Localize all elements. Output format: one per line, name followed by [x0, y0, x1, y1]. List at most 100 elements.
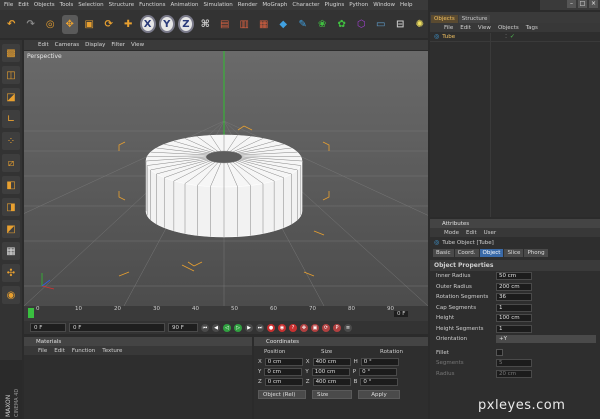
nurbs-icon[interactable]: ❀ — [314, 15, 331, 34]
z-axis-lock-button[interactable]: Z — [177, 15, 194, 33]
cube-primitive-icon[interactable]: ◆ — [275, 15, 292, 34]
snap-icon[interactable]: ◨ — [2, 198, 20, 216]
outer-radius-input[interactable]: 200 cm — [496, 282, 532, 291]
y-axis-lock-button[interactable]: Y — [158, 15, 175, 33]
tab-coord[interactable]: Coord. — [454, 249, 479, 257]
points-mode-icon[interactable]: ⁘ — [2, 132, 20, 150]
record-icon[interactable]: ● — [267, 323, 275, 332]
light-icon[interactable]: ✺ — [411, 15, 428, 34]
redo-icon[interactable]: ↷ — [23, 15, 40, 34]
current-frame-field[interactable]: 0 F — [30, 323, 66, 332]
position-x-input[interactable]: 0 cm — [264, 358, 303, 366]
make-editable-icon[interactable]: ▩ — [2, 44, 20, 62]
tweak-mode-icon[interactable]: ✣ — [2, 264, 20, 282]
menu-item-functions[interactable]: Functions — [139, 2, 165, 8]
coordinate-system-icon[interactable]: ⌘ — [197, 15, 214, 34]
menu-item-tools[interactable]: Tools — [60, 2, 74, 8]
viewport-menu-view[interactable]: View — [131, 42, 144, 48]
live-select-icon[interactable]: ◎ — [42, 15, 59, 34]
tube-object[interactable] — [145, 134, 303, 238]
polygons-mode-icon[interactable]: ◧ — [2, 176, 20, 194]
render-picture-viewer-icon[interactable]: ▥ — [236, 15, 253, 34]
deformer-icon[interactable]: ⬡ — [353, 15, 370, 34]
param-key-icon[interactable]: P — [333, 323, 341, 332]
play-reverse-icon[interactable]: ◁ — [223, 323, 231, 332]
materials-menu-texture[interactable]: Texture — [102, 348, 122, 354]
scale-key-icon[interactable]: ▣ — [311, 323, 319, 332]
tab-structure[interactable]: Structure — [458, 15, 491, 23]
visibility-dots-icon[interactable]: ⁚ — [505, 34, 507, 40]
axis-mode-icon[interactable]: ∟ — [2, 110, 20, 128]
menu-item-render[interactable]: Render — [238, 2, 258, 8]
enabled-check-icon[interactable]: ✓ — [510, 33, 515, 40]
attributes-menu-user[interactable]: User — [484, 230, 497, 236]
tab-object[interactable]: Object — [479, 249, 504, 257]
render-view-icon[interactable]: ▤ — [216, 15, 233, 34]
camera-icon[interactable]: ⊟ — [392, 15, 409, 34]
menu-item-character[interactable]: Character — [292, 2, 319, 8]
maximize-icon[interactable]: □ — [578, 0, 587, 8]
viewport-menu-filter[interactable]: Filter — [111, 42, 125, 48]
prev-key-icon[interactable]: ◀ — [212, 323, 220, 332]
viewport-menu-cameras[interactable]: Cameras — [55, 42, 79, 48]
menu-item-plugins[interactable]: Plugins — [325, 2, 345, 8]
perspective-viewport[interactable]: Perspective — [24, 51, 428, 306]
menu-item-python[interactable]: Python — [349, 2, 368, 8]
menu-item-structure[interactable]: Structure — [109, 2, 135, 8]
go-to-start-icon[interactable]: ⏮ — [201, 323, 209, 332]
objects-menu-view[interactable]: View — [478, 25, 491, 31]
object-name[interactable]: Tube — [442, 34, 502, 40]
timeline-menu-icon[interactable]: ≡ — [344, 323, 352, 332]
segments-input[interactable]: 5 — [496, 359, 532, 368]
sculpt-icon[interactable]: ◉ — [2, 286, 20, 304]
undo-icon[interactable]: ↶ — [3, 15, 20, 34]
move-tool-icon[interactable]: ✥ — [61, 14, 78, 34]
rotation-h-input[interactable]: 0 ° — [360, 358, 399, 366]
position-z-input[interactable]: 0 cm — [264, 378, 303, 386]
rotation-key-icon[interactable]: ⟳ — [322, 323, 330, 332]
start-frame-field[interactable]: 0 F — [69, 323, 165, 332]
objects-menu-objects[interactable]: Objects — [498, 25, 519, 31]
add-tool-icon[interactable]: ✚ — [120, 15, 137, 34]
apply-button[interactable]: Apply — [358, 389, 400, 399]
close-icon[interactable]: × — [589, 0, 598, 8]
menu-item-simulation[interactable]: Simulation — [203, 2, 232, 8]
materials-menu-function[interactable]: Function — [72, 348, 95, 354]
minimize-icon[interactable]: – — [567, 0, 576, 8]
keyframe-selection-icon[interactable]: ? — [289, 323, 297, 332]
next-key-icon[interactable]: ▶ — [245, 323, 253, 332]
tab-objects[interactable]: Objects — [431, 15, 458, 23]
size-mode-select[interactable]: Size — [312, 389, 352, 399]
height-input[interactable]: 100 cm — [496, 314, 532, 323]
scene-floor-icon[interactable]: ▭ — [372, 15, 389, 34]
inner-radius-input[interactable]: 50 cm — [496, 272, 532, 281]
radius-input[interactable]: 20 cm — [496, 369, 532, 378]
tab-basic[interactable]: Basic — [433, 249, 454, 257]
list-item[interactable]: ◎ Tube ⁚ ✓ — [430, 32, 600, 42]
render-settings-icon[interactable]: ▦ — [255, 15, 272, 34]
timeline-frame-field[interactable]: 0 F — [394, 311, 409, 317]
menu-item-file[interactable]: File — [4, 2, 13, 8]
menu-item-help[interactable]: Help — [400, 2, 413, 8]
height-segments-input[interactable]: 1 — [496, 324, 532, 333]
workplane-icon[interactable]: ◩ — [2, 220, 20, 238]
objects-menu-edit[interactable]: Edit — [460, 25, 471, 31]
rotate-tool-icon[interactable]: ⟳ — [101, 15, 118, 34]
size-x-input[interactable]: 400 cm — [312, 358, 351, 366]
position-key-icon[interactable]: ✥ — [300, 323, 308, 332]
x-axis-lock-button[interactable]: X — [139, 15, 156, 33]
position-y-input[interactable]: 0 cm — [264, 368, 303, 376]
edges-mode-icon[interactable]: ⧄ — [2, 154, 20, 172]
orientation-select[interactable]: +Y — [496, 335, 596, 344]
menu-item-selection[interactable]: Selection — [78, 2, 103, 8]
menu-item-edit[interactable]: Edit — [18, 2, 29, 8]
cap-segments-input[interactable]: 1 — [496, 303, 532, 312]
materials-menu-edit[interactable]: Edit — [54, 348, 65, 354]
spline-pen-icon[interactable]: ✎ — [294, 15, 311, 34]
rotation-segments-input[interactable]: 36 — [496, 293, 532, 302]
scale-tool-icon[interactable]: ▣ — [81, 15, 98, 34]
go-to-end-icon[interactable]: ⏭ — [256, 323, 264, 332]
tab-slice[interactable]: Slice — [504, 249, 524, 257]
viewport-menu-display[interactable]: Display — [85, 42, 105, 48]
end-frame-field[interactable]: 90 F — [168, 323, 198, 332]
